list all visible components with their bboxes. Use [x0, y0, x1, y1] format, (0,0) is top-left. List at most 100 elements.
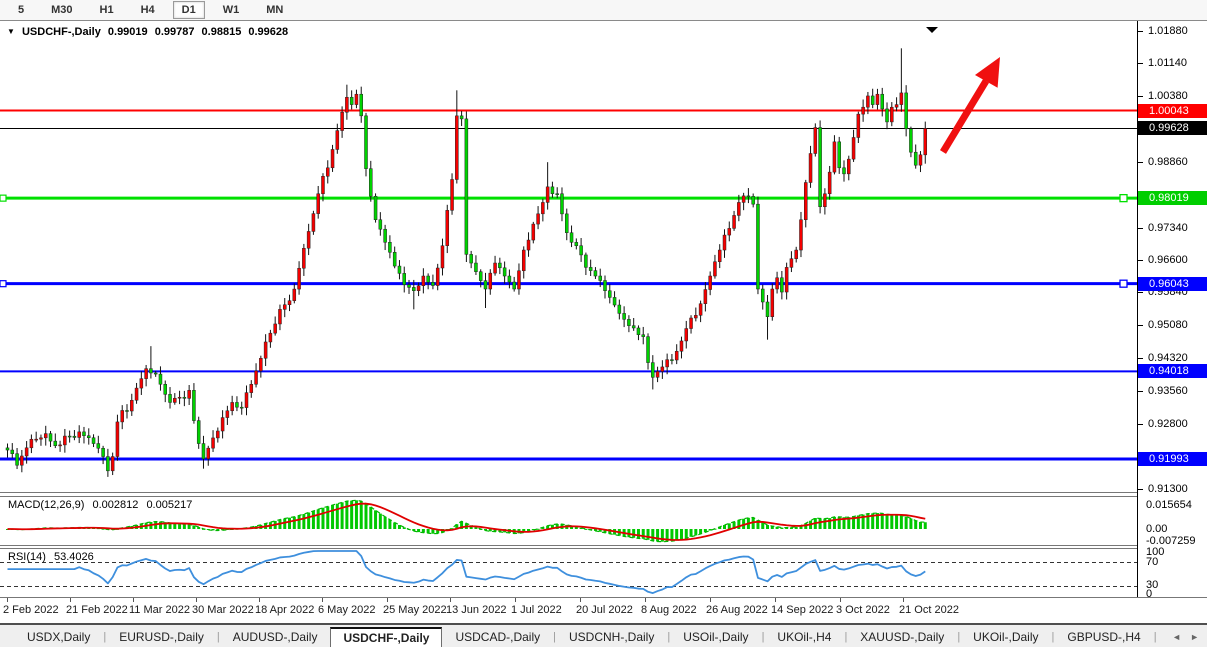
macd-main-value: 0.002812	[92, 499, 138, 511]
panel-separator[interactable]	[0, 492, 1207, 493]
time-axis[interactable]: 2 Feb 2022 21 Feb 202211 Mar 202230 Mar 2…	[0, 598, 1207, 622]
time-tick-label: 1 Jul 2022	[511, 604, 562, 616]
time-tick	[322, 598, 323, 602]
time-tick-label: 25 May 2022	[383, 604, 447, 616]
price-tick-label: 0.97340	[1148, 222, 1207, 235]
price-tag: 0.98019	[1138, 191, 1207, 205]
time-tick	[775, 598, 776, 602]
time-tick	[580, 598, 581, 602]
candlestick-series	[6, 48, 927, 477]
line-handle[interactable]	[1120, 280, 1127, 287]
chart-tab-gbpusd-h4[interactable]: GBPUSD-,H4	[1054, 627, 1153, 647]
timeframe-toolbar: 5 M30 H1 H4 D1 W1 MN	[0, 0, 1207, 20]
panel-separator[interactable]	[0, 545, 1207, 546]
time-tick-label: 18 Apr 2022	[255, 604, 314, 616]
time-tick	[515, 598, 516, 602]
time-tick	[645, 598, 646, 602]
rsi-title: RSI(14)	[8, 551, 46, 563]
time-tick	[133, 598, 134, 602]
price-axis[interactable]: 1.018801.011401.003800.988600.973400.966…	[1137, 21, 1207, 597]
timeframe-button-m30[interactable]: M30	[42, 1, 81, 19]
chart-tab-usdx-daily[interactable]: USDX,Daily	[14, 627, 103, 647]
price-tick	[1138, 325, 1143, 326]
time-tick	[903, 598, 904, 602]
close-value: 0.99628	[248, 26, 288, 38]
timeframe-button-5[interactable]: 5	[9, 1, 33, 19]
time-tick	[840, 598, 841, 602]
time-tick-label: 8 Aug 2022	[641, 604, 697, 616]
time-tick-label: 11 Mar 2022	[129, 604, 190, 616]
chart-tab-usdcad-daily[interactable]: USDCAD-,Daily	[442, 627, 553, 647]
price-tick	[1138, 260, 1143, 261]
price-tag: 0.94018	[1138, 364, 1207, 378]
time-tick-label: 20 Jul 2022	[576, 604, 633, 616]
price-tick-label: 1.01880	[1148, 25, 1207, 38]
chart-tab-eurusd-daily[interactable]: EURUSD-,Daily	[106, 627, 217, 647]
line-handle[interactable]	[1120, 195, 1127, 202]
rsi-label: RSI(14) 53.4026	[8, 551, 99, 563]
time-tick-label: 21 Oct 2022	[899, 604, 959, 616]
time-tick-label: 6 May 2022	[318, 604, 375, 616]
price-tick-label: 0.98860	[1148, 156, 1207, 169]
price-tick	[1138, 292, 1143, 293]
macd-label: MACD(12,26,9) 0.002812 0.005217	[8, 499, 197, 511]
chart-tab-xauusd-daily[interactable]: XAUUSD-,Daily	[847, 627, 957, 647]
tab-scroll-right-icon[interactable]: ►	[1190, 632, 1199, 642]
time-tick-label: 2 Feb 2022	[3, 604, 59, 616]
main-candlestick-chart[interactable]	[0, 21, 1137, 492]
time-tick	[450, 598, 451, 602]
macd-axis-label: 0.015654	[1146, 499, 1206, 512]
price-tick-label: 0.95080	[1148, 319, 1207, 332]
open-value: 0.99019	[108, 26, 148, 38]
chart-tab-bar: USDX,Daily|EURUSD-,Daily|AUDUSD-,DailyUS…	[0, 623, 1207, 647]
macd-signal-value: 0.005217	[146, 499, 192, 511]
rsi-axis-label: 70	[1146, 556, 1206, 569]
time-tick-label: 21 Feb 2022	[66, 604, 128, 616]
time-tick-label: 30 Mar 2022	[192, 604, 254, 616]
rsi-value: 53.4026	[54, 551, 94, 563]
time-tick-label: 14 Sep 2022	[771, 604, 833, 616]
price-tick-label: 0.96600	[1148, 254, 1207, 267]
chart-tab-usdcnh-daily[interactable]: USDCNH-,Daily	[556, 627, 667, 647]
timeframe-button-d1[interactable]: D1	[173, 1, 205, 19]
price-tick	[1138, 358, 1143, 359]
timeframe-button-h1[interactable]: H1	[91, 1, 123, 19]
symbol-period-label: USDCHF-,Daily	[22, 26, 101, 38]
price-tick	[1138, 424, 1143, 425]
price-tick	[1138, 162, 1143, 163]
symbol-info-line: ▼ USDCHF-,Daily 0.99019 0.99787 0.98815 …	[7, 26, 292, 38]
price-tick-label: 0.93560	[1148, 385, 1207, 398]
timeframe-button-w1[interactable]: W1	[214, 1, 249, 19]
time-tick	[70, 598, 71, 602]
chart-tab-audusd-daily[interactable]: AUDUSD-,Daily	[220, 627, 331, 647]
chart-shift-marker-icon[interactable]	[926, 27, 938, 33]
price-tick	[1138, 96, 1143, 97]
rsi-indicator-panel[interactable]	[0, 549, 1137, 597]
price-tag: 0.99628	[1138, 121, 1207, 135]
trend-arrow-annotation[interactable]	[943, 57, 1000, 152]
horizontal-lines[interactable]	[0, 111, 1137, 459]
price-tick-label: 0.91300	[1148, 483, 1207, 496]
chart-tab-usdchf-daily[interactable]: USDCHF-,Daily	[330, 627, 442, 647]
time-tick	[387, 598, 388, 602]
time-tick	[196, 598, 197, 602]
tab-scroll-left-icon[interactable]: ◄	[1172, 632, 1181, 642]
price-tag: 0.91993	[1138, 452, 1207, 466]
price-tag: 1.00043	[1138, 104, 1207, 118]
chart-tab-ukoil-h4[interactable]: UKOil-,H4	[764, 627, 844, 647]
low-value: 0.98815	[202, 26, 242, 38]
timeframe-button-mn[interactable]: MN	[257, 1, 292, 19]
price-tick-label: 0.94320	[1148, 352, 1207, 365]
time-tick	[7, 598, 8, 602]
chart-tab-ukoil-daily[interactable]: UKOil-,Daily	[960, 627, 1051, 647]
time-tick-label: 26 Aug 2022	[706, 604, 768, 616]
price-tick-label: 1.01140	[1148, 57, 1207, 70]
price-tick	[1138, 489, 1143, 490]
macd-title: MACD(12,26,9)	[8, 499, 84, 511]
collapse-triangle-icon[interactable]: ▼	[7, 27, 15, 36]
chart-tab-usoil-daily[interactable]: USOil-,Daily	[670, 627, 761, 647]
timeframe-button-h4[interactable]: H4	[132, 1, 164, 19]
price-tick-label: 0.92800	[1148, 418, 1207, 431]
price-tick	[1138, 31, 1143, 32]
price-tick	[1138, 228, 1143, 229]
